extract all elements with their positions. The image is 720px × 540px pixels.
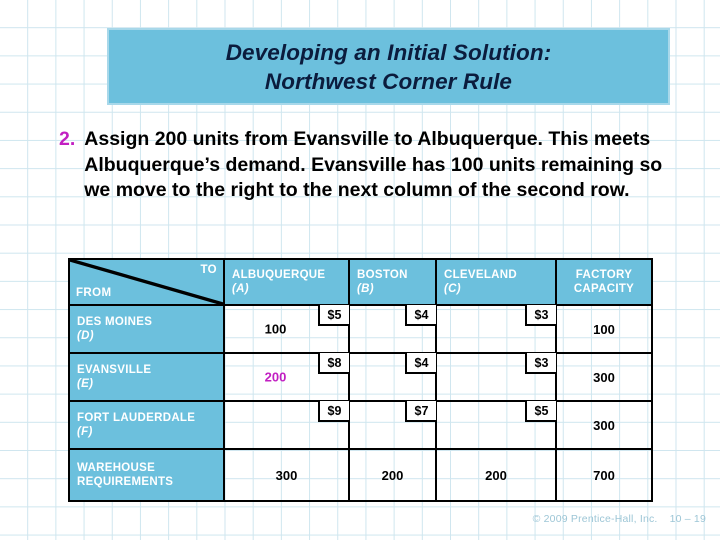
row-label-fort-lauderdale: FORT LAUDERDALE (F) bbox=[68, 400, 225, 450]
row-label-evansville: EVANSVILLE (E) bbox=[68, 352, 225, 402]
cell-des-moines-boston[interactable]: $4 bbox=[348, 304, 437, 354]
row-label-warehouse-requirements: WAREHOUSE REQUIREMENTS bbox=[68, 448, 225, 502]
column-header-boston: BOSTON (B) bbox=[348, 258, 437, 306]
cost-badge: $3 bbox=[525, 305, 556, 326]
warehouse-requirements-line-1: WAREHOUSE bbox=[77, 461, 156, 474]
corner-label-from: FROM bbox=[76, 287, 112, 299]
row-label-evansville-code: (E) bbox=[77, 378, 94, 390]
allocation-value: 100 bbox=[264, 321, 287, 337]
cell-evansville-cleveland[interactable]: $3 bbox=[435, 352, 557, 402]
row-label-evansville-name: EVANSVILLE bbox=[77, 363, 152, 376]
copyright-text: © 2009 Prentice-Hall, Inc. bbox=[532, 513, 658, 525]
capacity-fort-lauderdale: 300 bbox=[555, 400, 653, 450]
column-header-cleveland-name: CLEVELAND bbox=[444, 268, 517, 281]
factory-capacity-line-2: CAPACITY bbox=[573, 282, 635, 295]
requirement-boston: 200 bbox=[348, 448, 437, 502]
allocation-value-highlighted: 200 bbox=[264, 369, 287, 385]
cost-badge: $5 bbox=[525, 401, 556, 422]
bullet-text: Assign 200 units from Evansville to Albu… bbox=[84, 128, 663, 201]
table-row: DES MOINES (D) $5 100 $4 $3 100 bbox=[68, 304, 653, 354]
corner-cell-to-from: TO FROM bbox=[68, 258, 225, 306]
capacity-evansville: 300 bbox=[555, 352, 653, 402]
slide-title-line-1: Developing an Initial Solution: bbox=[225, 39, 552, 65]
column-header-cleveland-code: (C) bbox=[444, 282, 461, 295]
cost-badge: $9 bbox=[318, 401, 349, 422]
page-number: 10 – 19 bbox=[669, 513, 706, 525]
table-header-row: TO FROM ALBUQUERQUE (A) BOSTON (B) CLEVE… bbox=[68, 258, 653, 306]
bullet-block: 2. Assign 200 units from Evansville to A… bbox=[59, 127, 689, 204]
corner-label-to: TO bbox=[200, 264, 217, 276]
requirement-total: 700 bbox=[555, 448, 653, 502]
table-requirements-row: WAREHOUSE REQUIREMENTS 300 200 200 700 bbox=[68, 448, 653, 502]
bullet-number: 2. bbox=[59, 128, 76, 150]
column-header-albuquerque-code: (A) bbox=[232, 282, 249, 295]
row-label-des-moines: DES MOINES (D) bbox=[68, 304, 225, 354]
column-header-factory-capacity: FACTORY CAPACITY bbox=[555, 258, 653, 306]
slide-title-banner: Developing an Initial Solution: Northwes… bbox=[107, 28, 670, 105]
column-header-cleveland: CLEVELAND (C) bbox=[435, 258, 557, 306]
row-label-fort-lauderdale-code: (F) bbox=[77, 426, 93, 438]
capacity-des-moines: 100 bbox=[555, 304, 653, 354]
cost-badge: $4 bbox=[405, 353, 436, 374]
cell-fort-lauderdale-cleveland[interactable]: $5 bbox=[435, 400, 557, 450]
column-header-albuquerque-name: ALBUQUERQUE bbox=[232, 268, 326, 281]
row-label-des-moines-code: (D) bbox=[77, 330, 94, 342]
row-label-des-moines-name: DES MOINES bbox=[77, 315, 153, 328]
requirement-albuquerque: 300 bbox=[223, 448, 350, 502]
cell-evansville-boston[interactable]: $4 bbox=[348, 352, 437, 402]
cost-badge: $3 bbox=[525, 353, 556, 374]
cell-fort-lauderdale-boston[interactable]: $7 bbox=[348, 400, 437, 450]
row-label-fort-lauderdale-name: FORT LAUDERDALE bbox=[77, 411, 196, 424]
cell-fort-lauderdale-albuquerque[interactable]: $9 bbox=[223, 400, 350, 450]
footer-credit: © 2009 Prentice-Hall, Inc. 10 – 19 bbox=[533, 513, 706, 525]
factory-capacity-line-1: FACTORY bbox=[575, 268, 633, 281]
transportation-tableau: TO FROM ALBUQUERQUE (A) BOSTON (B) CLEVE… bbox=[68, 258, 653, 502]
cell-des-moines-cleveland[interactable]: $3 bbox=[435, 304, 557, 354]
column-header-boston-code: (B) bbox=[357, 282, 374, 295]
requirement-cleveland: 200 bbox=[435, 448, 557, 502]
table-row: FORT LAUDERDALE (F) $9 $7 $5 300 bbox=[68, 400, 653, 450]
slide-title-line-2: Northwest Corner Rule bbox=[264, 68, 513, 94]
cell-des-moines-albuquerque[interactable]: $5 100 bbox=[223, 304, 350, 354]
column-header-boston-name: BOSTON bbox=[357, 268, 408, 281]
warehouse-requirements-line-2: REQUIREMENTS bbox=[77, 476, 174, 488]
cost-badge: $4 bbox=[405, 305, 436, 326]
table-row: EVANSVILLE (E) $8 200 $4 $3 300 bbox=[68, 352, 653, 402]
cell-evansville-albuquerque[interactable]: $8 200 bbox=[223, 352, 350, 402]
cost-badge: $7 bbox=[405, 401, 436, 422]
column-header-albuquerque: ALBUQUERQUE (A) bbox=[223, 258, 350, 306]
